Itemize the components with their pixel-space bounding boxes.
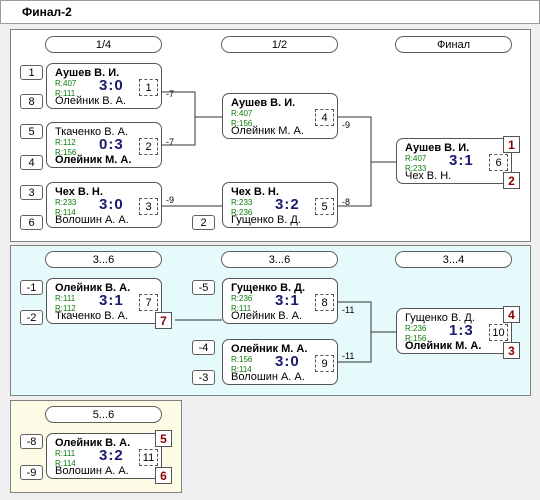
loser-destination-label: -7 [166,89,175,99]
player-2-name: Олейник М. А. [231,125,304,137]
match-card-1[interactable]: Аушев В. И. R:407 R:111 3:0 1 Олейник В.… [46,63,162,109]
player-1-rating: R:233 [231,198,253,207]
seed-box: -8 [20,434,43,449]
seed-box: 8 [20,94,43,109]
match-number: 1 [139,79,158,96]
place-badge: 4 [503,306,520,323]
seed-box: 1 [20,65,43,80]
seed-box: -4 [192,340,215,355]
place-badge: 2 [503,172,520,189]
seed-box: -2 [20,310,43,325]
player-2-name: Волошин А. А. [231,371,305,383]
player-1-rating: R:112 [55,138,76,147]
player-2-name: Волошин А. А. [55,465,129,477]
place-badge: 3 [503,342,520,359]
match-number: 8 [315,294,334,311]
seed-box: -3 [192,370,215,385]
player-2-name: Олейник В. А. [55,95,127,107]
match-number: 11 [139,449,158,466]
match-number: 4 [315,109,334,126]
window-title-bar: Финал-2 [0,0,540,24]
loser-destination-label: -8 [342,197,351,207]
match-number: 3 [139,198,158,215]
round-header-3-4: 3...4 [395,251,512,268]
match-card-5[interactable]: Чех В. Н. R:233 R:236 3:2 5 Гущенко В. Д… [222,182,338,228]
round-header-3-6-b: 3...6 [221,251,338,268]
match-card-2[interactable]: Ткаченко В. А. R:112 R:156 0:3 2 Олейник… [46,122,162,168]
match-number: 10 [489,324,508,341]
player-1-rating: R:236 [405,324,427,333]
player-2-name: Олейник В. А. [231,310,303,322]
match-score: 3:1 [99,292,124,309]
player-2-name: Олейник М. А. [405,340,482,352]
round-header-5-6: 5...6 [45,406,162,423]
player-2-name: Олейник М. А. [55,154,132,166]
match-score: 3:1 [449,152,474,169]
player-1-rating: R:156 [231,355,253,364]
match-score: 3:0 [99,196,124,213]
seed-box: -1 [20,280,43,295]
player-2-name: Волошин А. А. [55,214,129,226]
player-2-name: Ткаченко В. А. [55,310,129,322]
match-score: 3:1 [275,292,300,309]
match-score: 0:3 [99,136,124,153]
match-score: 3:0 [275,353,300,370]
player-2-name: Чех В. Н. [405,170,452,182]
match-card-11[interactable]: Олейник В. А. R:111 R:114 3:2 11 Волошин… [46,433,162,479]
player-2-name: Гущенко В. Д. [231,214,301,226]
match-card-8[interactable]: Гущенко В. Д. R:236 R:111 3:1 8 Олейник … [222,278,338,324]
match-number: 5 [315,198,334,215]
match-number: 7 [139,294,158,311]
player-1-rating: R:111 [55,449,76,458]
place-badge: 7 [155,312,172,329]
place-badge: 6 [155,467,172,484]
match-card-6[interactable]: Аушев В. И. R:407 R:233 3:1 6 Чех В. Н. [396,138,512,184]
match-card-10[interactable]: Гущенко В. Д. R:236 R:156 1:3 10 Олейник… [396,308,512,354]
player-1-name: Аушев В. И. [231,97,296,109]
seed-box: 6 [20,215,43,230]
seed-box: 2 [192,215,215,230]
place-badge: 1 [503,136,520,153]
window-title: Финал-2 [22,5,72,19]
round-header-semifinal: 1/2 [221,36,338,53]
loser-destination-label: -7 [166,137,175,147]
player-1-name: Чех В. Н. [55,186,103,198]
player-1-rating: R:236 [231,294,253,303]
seed-box: 3 [20,185,43,200]
seed-box: 4 [20,155,43,170]
player-1-rating: R:407 [55,79,77,88]
round-header-quarterfinal: 1/4 [45,36,162,53]
match-number: 9 [315,355,334,372]
player-1-rating: R:407 [231,109,253,118]
seed-box: 5 [20,124,43,139]
match-card-4[interactable]: Аушев В. И. R:407 R:156 4 Олейник М. А. [222,93,338,139]
match-card-9[interactable]: Олейник М. А. R:156 R:114 3:0 9 Волошин … [222,339,338,385]
match-number: 6 [489,154,508,171]
loser-destination-label: -11 [342,305,355,315]
player-1-rating: R:407 [405,154,427,163]
match-score: 1:3 [449,322,474,339]
seed-box: -9 [20,465,43,480]
player-1-rating: R:233 [55,198,77,207]
match-number: 2 [139,138,158,155]
match-card-3[interactable]: Чех В. Н. R:233 R:114 3:0 3 Волошин А. А… [46,182,162,228]
round-header-3-6-a: 3...6 [45,251,162,268]
match-card-7[interactable]: Олейник В. А. R:111 R:112 3:1 7 Ткаченко… [46,278,162,324]
match-score: 3:2 [99,447,124,464]
seed-box: -5 [192,280,215,295]
place-badge: 5 [155,430,172,447]
round-header-final: Финал [395,36,512,53]
match-score: 3:0 [99,77,124,94]
loser-destination-label: -9 [342,120,351,130]
loser-destination-label: -11 [342,351,355,361]
match-score: 3:2 [275,196,300,213]
player-1-rating: R:111 [55,294,76,303]
loser-destination-label: -9 [166,195,175,205]
player-1-name: Чех В. Н. [231,186,279,198]
